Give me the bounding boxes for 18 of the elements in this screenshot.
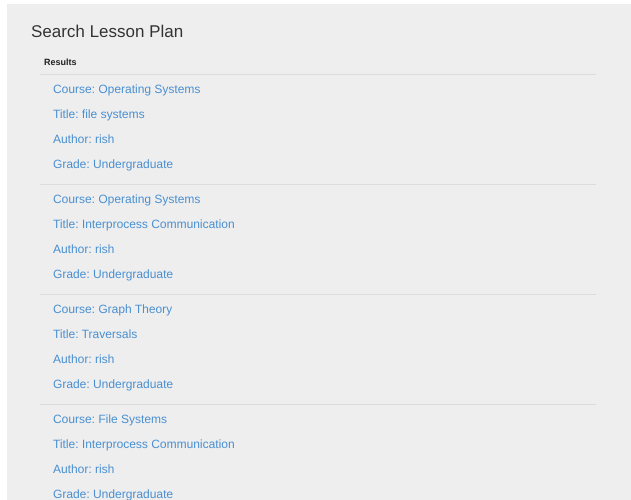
result-link[interactable]: Course: File Systems — [53, 412, 168, 426]
result-link[interactable]: Grade: Undergraduate — [53, 266, 174, 280]
result-link[interactable]: Grade: Undergraduate — [53, 376, 174, 390]
result-link[interactable]: Author: rish — [53, 242, 114, 256]
result-link[interactable]: Title: file systems — [53, 106, 145, 120]
result-link[interactable]: Course: Operating Systems — [53, 82, 200, 96]
result-link[interactable]: Title: Traversals — [53, 326, 138, 340]
results-heading: Results — [43, 56, 78, 69]
result-link[interactable]: Grade: Undergraduate — [53, 156, 174, 170]
result-link[interactable]: Author: rish — [53, 132, 114, 146]
page-title: Search Lesson Plan — [31, 22, 184, 42]
result-link[interactable]: Course: Graph Theory — [53, 302, 172, 316]
result-link[interactable]: Grade: Undergraduate — [53, 486, 174, 500]
result-link[interactable]: Title: Interprocess Communication — [53, 436, 235, 450]
result-link[interactable]: Course: Operating Systems — [53, 192, 200, 206]
result-link[interactable]: Author: rish — [53, 352, 114, 366]
result-link[interactable]: Title: Interprocess Communication — [53, 216, 235, 230]
result-link[interactable]: Author: rish — [53, 462, 114, 476]
